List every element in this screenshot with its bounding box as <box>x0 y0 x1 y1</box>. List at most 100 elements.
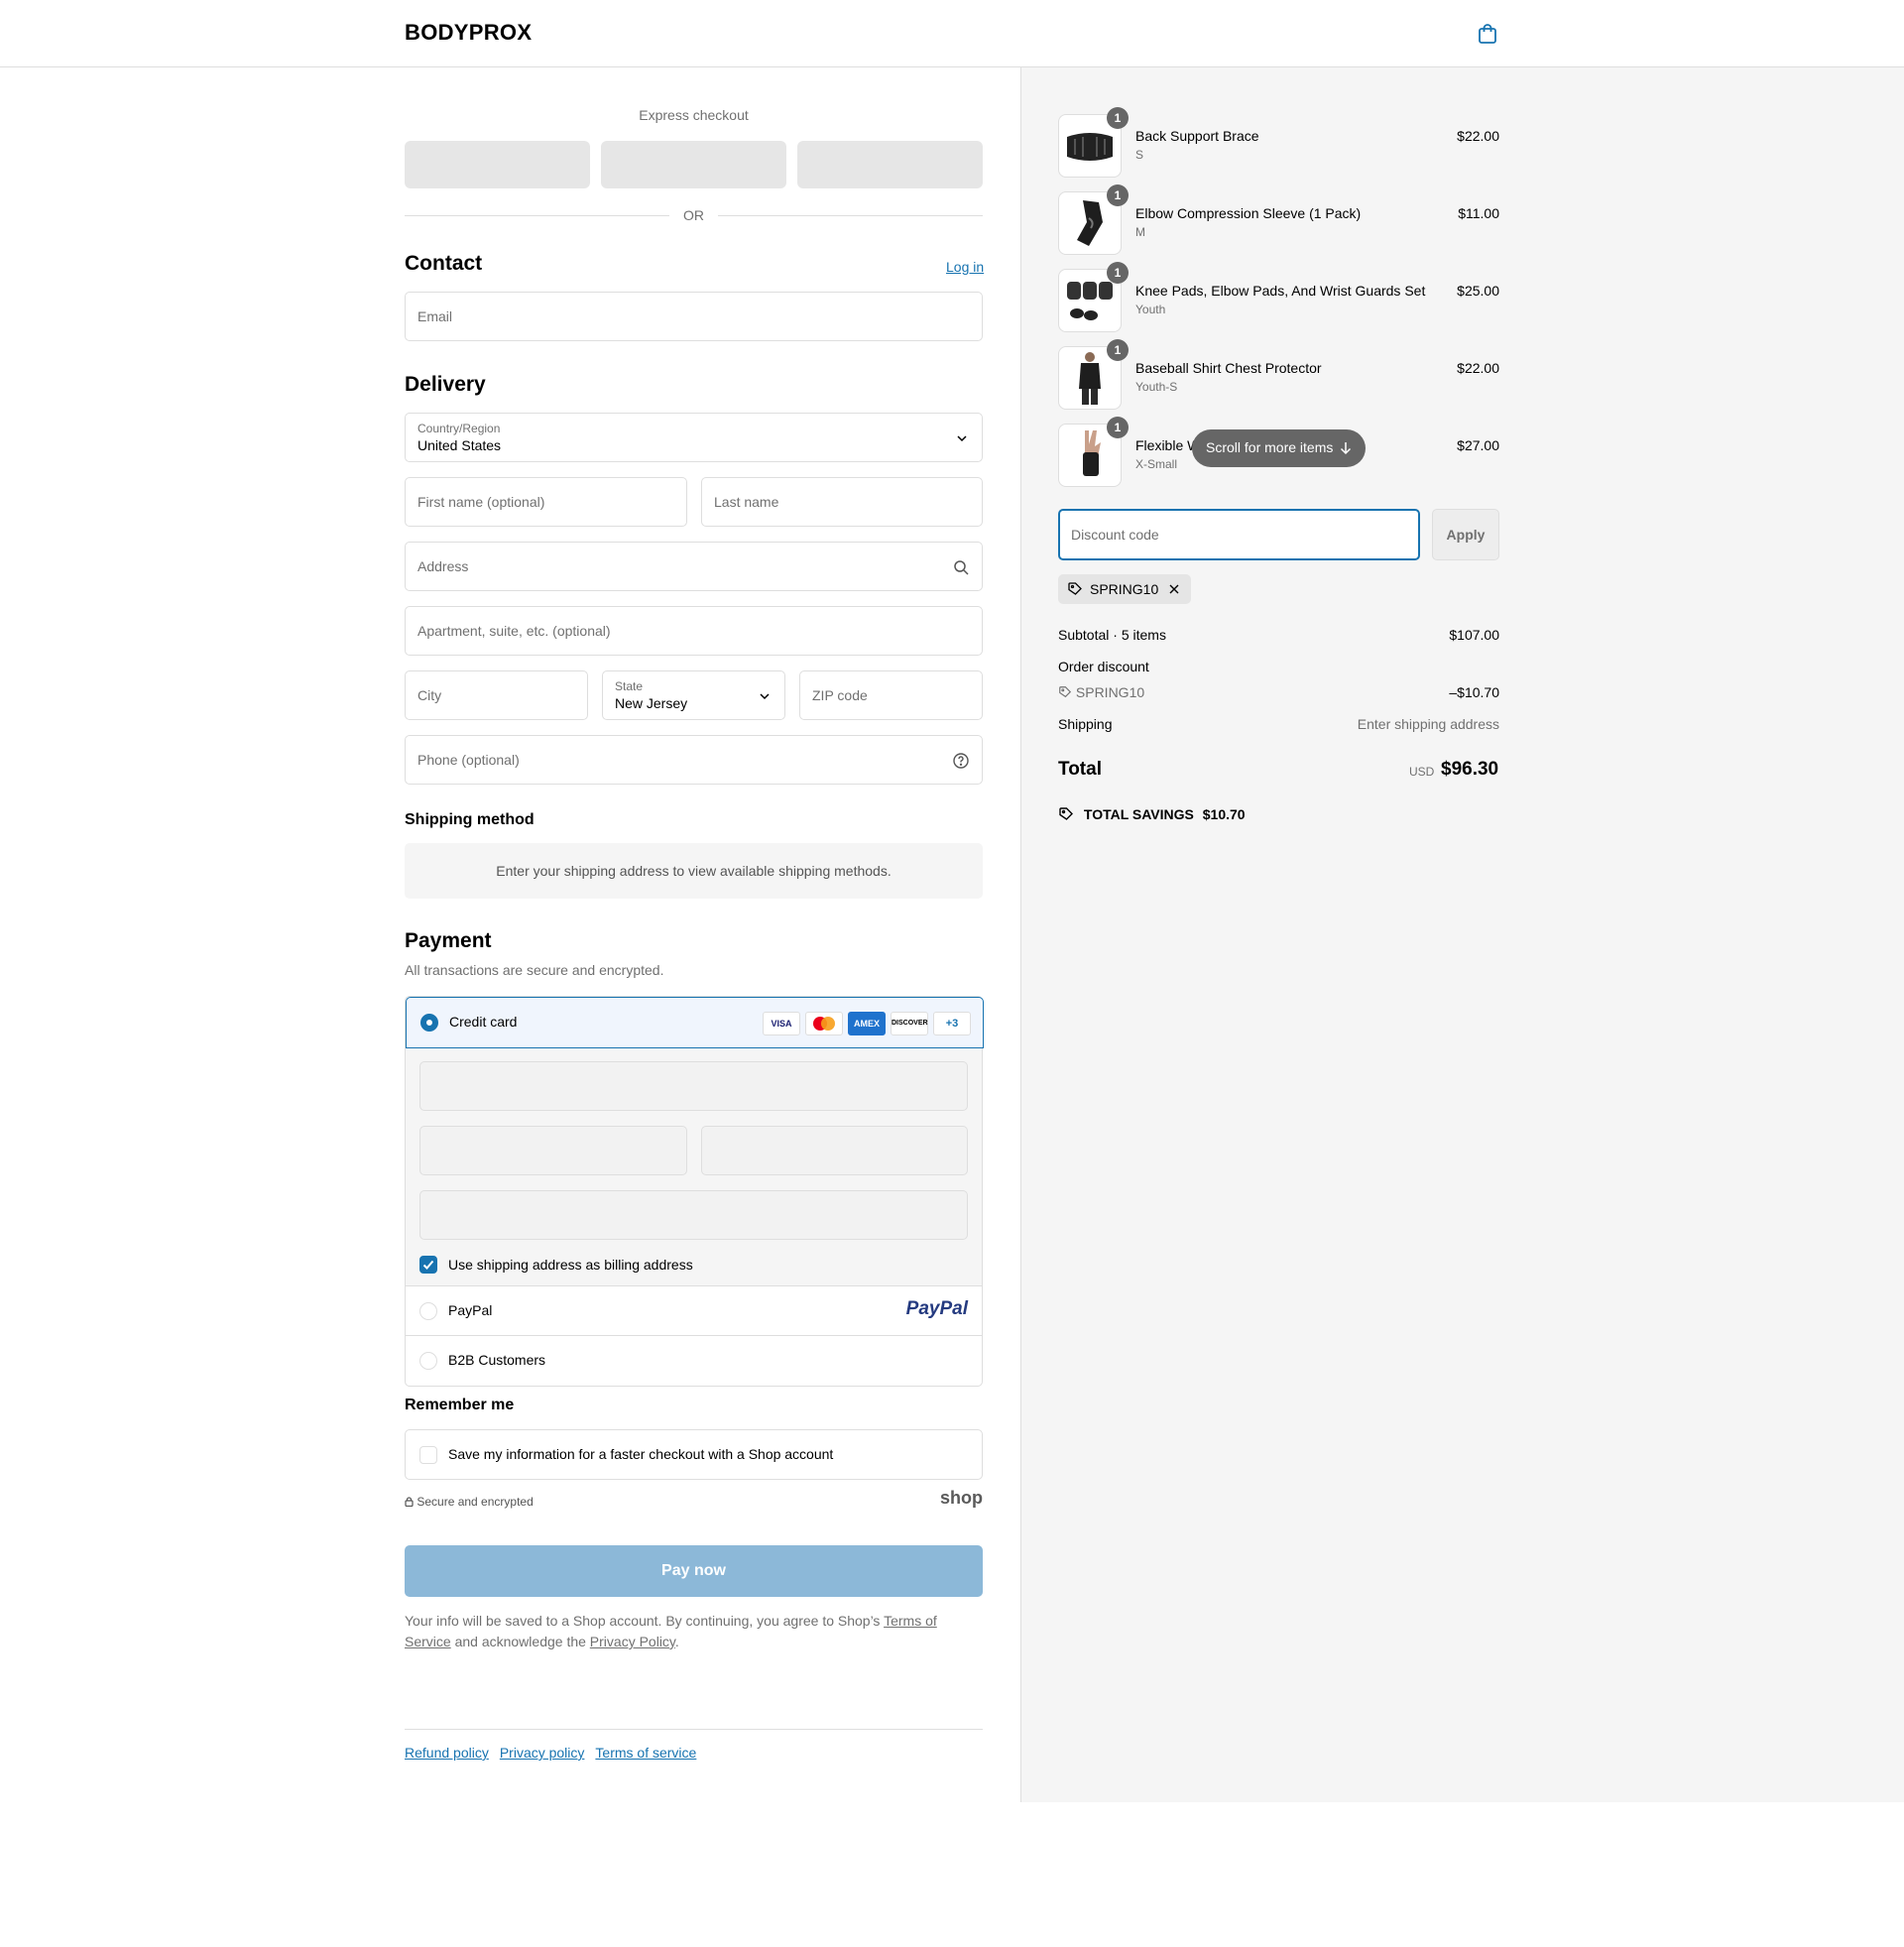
item-price: $22.00 <box>1457 360 1499 376</box>
payment-options: Credit card VISA AMEX DISCOVER +3 Use sh… <box>405 996 984 1387</box>
quantity-badge: 1 <box>1107 339 1129 361</box>
phone-field[interactable]: Phone (optional) <box>405 735 983 785</box>
privacy-policy-footer-link[interactable]: Privacy policy <box>500 1745 585 1761</box>
shopping-bag-icon[interactable] <box>1476 22 1499 46</box>
country-label: Country/Region <box>417 422 501 435</box>
close-icon[interactable] <box>1168 583 1180 595</box>
last-name-placeholder: Last name <box>714 494 779 510</box>
card-expiry-field[interactable] <box>419 1126 687 1175</box>
apply-discount-button[interactable]: Apply <box>1432 509 1499 560</box>
zip-placeholder: ZIP code <box>812 687 868 703</box>
address-placeholder: Address <box>417 558 469 574</box>
pay-now-button[interactable]: Pay now <box>405 1545 983 1597</box>
country-select[interactable]: Country/Region United States <box>405 413 983 462</box>
credit-card-option[interactable]: Credit card VISA AMEX DISCOVER +3 <box>406 997 984 1048</box>
more-cards-badge: +3 <box>933 1012 971 1035</box>
payment-subtitle: All transactions are secure and encrypte… <box>405 962 664 978</box>
first-name-field[interactable]: First name (optional) <box>405 477 687 527</box>
item-variant: S <box>1135 148 1144 162</box>
help-icon[interactable] <box>952 752 970 770</box>
product-thumbnail: 1 <box>1058 339 1129 410</box>
privacy-policy-link[interactable]: Privacy Policy <box>590 1634 675 1649</box>
or-divider: OR <box>405 205 983 225</box>
city-placeholder: City <box>417 687 442 703</box>
amex-icon: AMEX <box>848 1012 886 1035</box>
scroll-more-button[interactable]: Scroll for more items <box>1192 429 1366 467</box>
footer-links: Refund policy Privacy policy Terms of serv… <box>405 1745 707 1761</box>
tag-icon <box>1068 582 1082 595</box>
item-price: $27.00 <box>1457 437 1499 453</box>
contact-title: Contact <box>405 252 483 275</box>
credit-card-form: Use shipping address as billing address <box>406 1048 982 1286</box>
order-discount-label: Order discount <box>1058 659 1149 674</box>
last-name-field[interactable]: Last name <box>701 477 983 527</box>
quantity-badge: 1 <box>1107 262 1129 284</box>
savings-value: $10.70 <box>1202 806 1246 822</box>
save-info-checkbox[interactable] <box>419 1446 437 1464</box>
remember-me-title: Remember me <box>405 1397 515 1413</box>
footer-divider <box>405 1729 983 1730</box>
state-label: State <box>615 679 644 693</box>
shipping-method-title: Shipping method <box>405 811 535 828</box>
credit-card-label: Credit card <box>449 1014 518 1030</box>
apartment-field[interactable]: Apartment, suite, etc. (optional) <box>405 606 983 656</box>
payment-title: Payment <box>405 929 492 952</box>
country-value: United States <box>417 437 502 453</box>
save-info-label: Save my information for a faster checkou… <box>448 1446 834 1462</box>
paypal-label: PayPal <box>448 1302 493 1318</box>
brand-logo[interactable]: BODYPROX <box>405 20 532 46</box>
discount-code-field[interactable]: Discount code <box>1058 509 1420 560</box>
item-name: Flexible W <box>1135 437 1201 453</box>
card-name-field[interactable] <box>419 1190 968 1240</box>
paypal-option[interactable]: PayPal PayPal <box>406 1286 982 1336</box>
mastercard-icon <box>805 1012 843 1035</box>
line-item: 1 Knee Pads, Elbow Pads, And Wrist Guard… <box>1058 262 1499 332</box>
product-thumbnail: 1 <box>1058 417 1129 487</box>
discount-value: –$10.70 <box>1449 684 1499 700</box>
shipping-value: Enter shipping address <box>1357 716 1499 732</box>
login-link[interactable]: Log in <box>946 259 984 275</box>
line-item: 1 Back Support Brace S $22.00 <box>1058 107 1499 178</box>
address-field[interactable]: Address <box>405 542 983 591</box>
secure-encrypted: Secure and encrypted <box>405 1495 534 1509</box>
state-value: New Jersey <box>615 695 688 711</box>
item-price: $25.00 <box>1457 283 1499 299</box>
billing-address-label: Use shipping address as billing address <box>448 1257 693 1273</box>
line-item: 1 Baseball Shirt Chest Protector Youth-S… <box>1058 339 1499 410</box>
express-pay-button-1[interactable] <box>405 141 590 188</box>
terms-prefix: Your info will be saved to a Shop accoun… <box>405 1613 885 1629</box>
product-thumbnail: 1 <box>1058 107 1129 178</box>
lock-icon <box>405 1497 414 1508</box>
refund-policy-link[interactable]: Refund policy <box>405 1745 489 1761</box>
visa-icon: VISA <box>763 1012 800 1035</box>
order-discount-row: Order discount <box>1058 659 1499 674</box>
subtotal-row: Subtotal · 5 items $107.00 <box>1058 627 1499 643</box>
item-name: Back Support Brace <box>1135 128 1259 144</box>
b2b-option[interactable]: B2B Customers <box>406 1336 982 1386</box>
card-brand-logos: VISA AMEX DISCOVER +3 <box>763 1012 971 1035</box>
terms-of-service-footer-link[interactable]: Terms of service <box>595 1745 696 1761</box>
email-field[interactable]: Email <box>405 292 983 341</box>
zip-field[interactable]: ZIP code <box>799 670 983 720</box>
paypal-radio[interactable] <box>419 1302 437 1320</box>
total-label: Total <box>1058 759 1102 780</box>
checkmark-icon <box>422 1260 434 1270</box>
b2b-radio[interactable] <box>419 1352 437 1370</box>
card-cvv-field[interactable] <box>701 1126 968 1175</box>
state-select[interactable]: State New Jersey <box>602 670 785 720</box>
express-pay-button-2[interactable] <box>601 141 786 188</box>
scroll-hint-label: Scroll for more items <box>1206 439 1334 455</box>
subtotal-value: $107.00 <box>1449 627 1499 643</box>
paypal-logo: PayPal <box>905 1298 968 1319</box>
total-savings: TOTAL SAVINGS $10.70 <box>1058 806 1246 822</box>
card-number-field[interactable] <box>419 1061 968 1111</box>
express-pay-button-3[interactable] <box>797 141 983 188</box>
apartment-placeholder: Apartment, suite, etc. (optional) <box>417 623 611 639</box>
arrow-down-icon <box>1340 442 1352 455</box>
or-label: OR <box>683 207 704 223</box>
item-name: Knee Pads, Elbow Pads, And Wrist Guards … <box>1135 283 1426 299</box>
credit-card-radio[interactable] <box>420 1014 438 1032</box>
city-field[interactable]: City <box>405 670 588 720</box>
billing-address-checkbox[interactable] <box>419 1256 437 1274</box>
shop-logo: shop <box>940 1488 983 1508</box>
